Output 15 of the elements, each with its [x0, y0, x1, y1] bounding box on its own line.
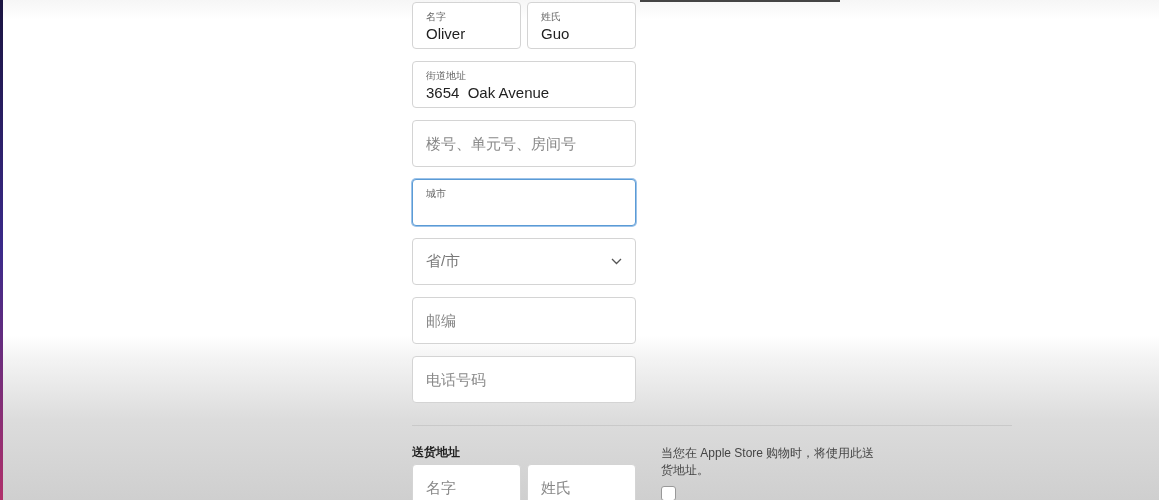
- input-field[interactable]: 电话号码: [412, 356, 636, 403]
- chevron-down-icon: [611, 258, 622, 265]
- input-field[interactable]: 楼号、单元号、房间号: [412, 120, 636, 167]
- section-title: 送货地址: [412, 445, 461, 459]
- input-field[interactable]: 名字: [412, 464, 521, 500]
- field-label: 街道地址: [426, 70, 466, 82]
- field-label: 城市: [426, 188, 446, 200]
- checkbox[interactable]: [661, 486, 676, 500]
- province-select[interactable]: 省/市: [412, 238, 636, 285]
- shipping-note: 当您在 Apple Store 购物时，将使用此送货地址。: [661, 445, 876, 479]
- input-field[interactable]: [412, 179, 636, 226]
- input-field[interactable]: 姓氏: [527, 464, 636, 500]
- field-label: 名字: [426, 11, 446, 23]
- input-field[interactable]: 邮编: [412, 297, 636, 344]
- field-label: 姓氏: [541, 11, 561, 23]
